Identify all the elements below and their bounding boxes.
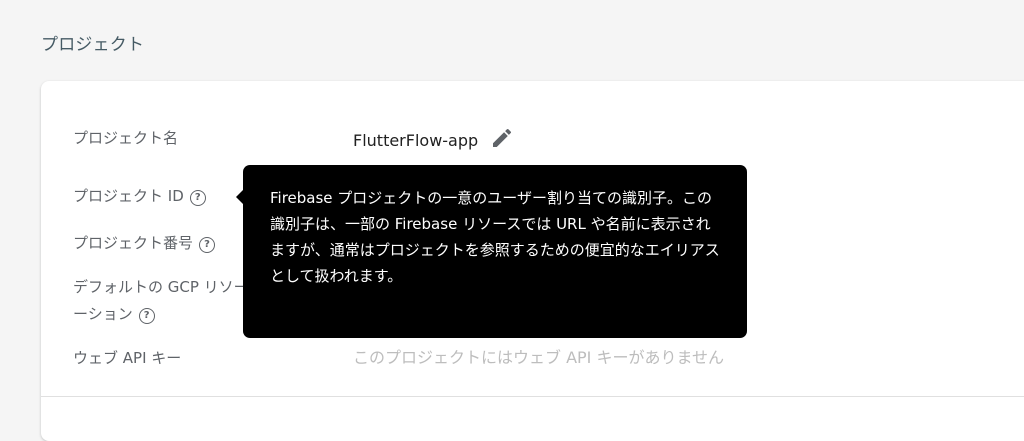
project-number-label: プロジェクト番号	[73, 234, 194, 252]
pencil-icon	[493, 128, 512, 147]
web-api-key-value: このプロジェクトにはウェブ API キーがありません	[353, 348, 725, 367]
default-gcp-location-row-label: ーション?	[73, 301, 155, 327]
project-name-label: プロジェクト名	[73, 129, 179, 147]
web-api-key-label: ウェブ API キー	[73, 349, 182, 367]
project-id-row-label: プロジェクト ID?	[73, 183, 206, 209]
help-circle-icon[interactable]: ?	[199, 237, 216, 253]
project-id-tooltip: Firebase プロジェクトの一意のユーザー割り当ての識別子。この識別子は、一…	[243, 165, 747, 338]
help-circle-icon[interactable]: ?	[138, 308, 155, 324]
edit-project-name-button[interactable]	[490, 126, 514, 150]
tooltip-text: Firebase プロジェクトの一意のユーザー割り当ての識別子。この識別子は、一…	[270, 189, 720, 285]
section-title: プロジェクト	[41, 35, 145, 55]
help-circle-icon[interactable]: ?	[189, 190, 206, 206]
project-id-label: プロジェクト ID	[73, 187, 184, 205]
project-name-value-row: FlutterFlow-app	[353, 126, 514, 154]
card-divider	[41, 396, 1024, 397]
default-gcp-location-label-line2: ーション	[73, 305, 133, 323]
project-name-value: FlutterFlow-app	[353, 131, 479, 150]
project-number-row-label: プロジェクト番号?	[73, 230, 216, 256]
